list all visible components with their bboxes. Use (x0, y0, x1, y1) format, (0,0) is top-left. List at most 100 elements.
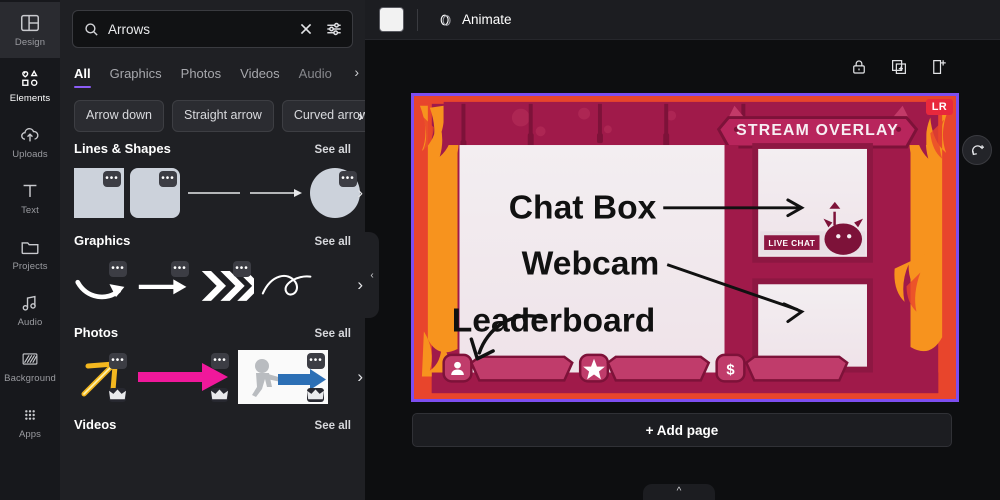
rail-label: Elements (9, 93, 51, 105)
tab-audio[interactable]: Audio (299, 66, 332, 88)
section-videos: Videos See all (60, 408, 365, 432)
live-chat-label: LIVE CHAT (768, 239, 815, 248)
tab-all[interactable]: All (74, 66, 91, 88)
rail-item-projects[interactable]: Projects (0, 226, 60, 282)
design-icon (19, 12, 41, 34)
upload-cloud-icon (19, 124, 41, 146)
tab-photos[interactable]: Photos (181, 66, 221, 88)
see-all-link[interactable]: See all (315, 236, 351, 248)
category-tabs: All Graphics Photos Videos Audio › (60, 48, 365, 88)
result-chevron-arrows[interactable]: ••• (198, 258, 254, 312)
result-plain-line[interactable] (186, 168, 242, 218)
row-next-chevron-right-icon[interactable]: › (357, 183, 363, 203)
more-options-icon[interactable]: ••• (103, 171, 121, 187)
editor-area: Animate STREAM OVERLAY LIVE CHAT $ Chat … (365, 0, 1000, 500)
rail-label: Design (14, 37, 46, 49)
rail-item-uploads[interactable]: Uploads (0, 114, 60, 170)
result-arrow-line[interactable] (248, 168, 304, 218)
more-options-icon[interactable]: ••• (211, 353, 229, 369)
more-options-icon[interactable]: ••• (233, 261, 251, 277)
rail-item-elements[interactable]: Elements (0, 58, 60, 114)
result-figure-arrow-photo[interactable]: ••• (238, 350, 328, 404)
rail-item-apps[interactable]: Apps (0, 394, 60, 450)
results-row: ••• ••• ••• › (74, 346, 365, 408)
tab-videos[interactable]: Videos (240, 66, 280, 88)
chips-next-chevron-right-icon[interactable]: › (358, 108, 363, 125)
row-next-chevron-right-icon[interactable]: › (357, 275, 363, 295)
rail-item-text[interactable]: Text (0, 170, 60, 226)
folder-icon (19, 236, 41, 258)
search-box[interactable] (72, 10, 353, 48)
tab-graphics[interactable]: Graphics (110, 66, 162, 88)
chip-arrow-down[interactable]: Arrow down (74, 100, 164, 132)
toolbar-divider (417, 8, 418, 31)
rail-label: Apps (18, 429, 42, 441)
result-straight-arrow[interactable]: ••• (136, 258, 192, 312)
add-page-button[interactable]: + Add page (412, 413, 952, 447)
rail-label: Projects (12, 261, 48, 273)
premium-crown-icon (211, 388, 228, 402)
bottom-panel-handle[interactable]: ^ (643, 484, 715, 500)
rail-item-audio[interactable]: Audio (0, 282, 60, 338)
more-options-icon[interactable]: ••• (109, 261, 127, 277)
result-loop-arrow[interactable] (260, 258, 316, 312)
banner-title: STREAM OVERLAY (736, 122, 899, 139)
more-options-icon[interactable]: ••• (109, 353, 127, 369)
more-options-icon[interactable]: ••• (307, 353, 325, 369)
animate-circles-icon (437, 11, 455, 29)
lock-icon[interactable] (850, 58, 868, 76)
result-rounded-square[interactable]: ••• (130, 168, 180, 218)
panel-collapse-handle[interactable]: ‹ (365, 232, 379, 318)
row-next-chevron-right-icon[interactable]: › (357, 367, 363, 387)
section-graphics: Graphics See all ••• ••• ••• › (60, 224, 365, 316)
left-nav-rail: Design Elements Uploads Text Projects Au… (0, 0, 60, 500)
duplicate-page-icon[interactable] (890, 58, 908, 76)
result-neon-arrow-photo[interactable]: ••• (74, 350, 130, 404)
grid-dots-icon (19, 404, 41, 426)
result-circle[interactable]: ••• (310, 168, 360, 218)
result-square[interactable]: ••• (74, 168, 124, 218)
section-header: Lines & Shapes See all (74, 141, 365, 156)
color-swatch-button[interactable] (379, 7, 404, 32)
more-options-icon[interactable]: ••• (171, 261, 189, 277)
see-all-link[interactable]: See all (315, 328, 351, 340)
chip-curved-arrow[interactable]: Curved arrow (281, 100, 365, 132)
rail-item-background[interactable]: Background (0, 338, 60, 394)
animate-button[interactable]: Animate (431, 7, 518, 33)
section-header: Photos See all (74, 325, 365, 340)
results-row: ••• ••• ••• › (74, 162, 365, 224)
results-row: ••• ••• ••• › (74, 254, 365, 316)
see-all-link[interactable]: See all (315, 144, 351, 156)
sliders-filter-icon[interactable] (324, 19, 344, 39)
close-x-icon[interactable] (296, 19, 316, 39)
svg-text:$: $ (726, 363, 734, 379)
more-options-icon[interactable]: ••• (159, 171, 177, 187)
more-options-icon[interactable]: ••• (339, 171, 357, 187)
elements-search-panel: All Graphics Photos Videos Audio › Arrow… (60, 0, 365, 500)
tabs-next-chevron-right-icon[interactable]: › (350, 64, 359, 80)
premium-crown-icon (109, 388, 126, 402)
stream-overlay-artwork: STREAM OVERLAY LIVE CHAT $ Chat Box Webc… (414, 96, 956, 399)
suggestion-chips: Arrow down Straight arrow Curved arrow › (60, 88, 365, 132)
hatch-pattern-icon (19, 348, 41, 370)
section-title: Graphics (74, 233, 131, 248)
design-canvas[interactable]: STREAM OVERLAY LIVE CHAT $ Chat Box Webc… (411, 93, 959, 402)
chevron-up-icon: ^ (676, 486, 682, 497)
search-input[interactable] (108, 21, 288, 37)
result-pink-arrow-photo[interactable]: ••• (136, 350, 232, 404)
chip-straight-arrow[interactable]: Straight arrow (172, 100, 274, 132)
result-curved-arrow[interactable]: ••• (74, 258, 130, 312)
search-area (60, 0, 365, 48)
section-lines-shapes: Lines & Shapes See all ••• ••• ••• › (60, 132, 365, 224)
section-title: Lines & Shapes (74, 141, 171, 156)
add-page-icon[interactable] (930, 58, 948, 76)
section-header: Videos See all (74, 417, 365, 432)
premium-crown-icon (307, 388, 324, 402)
rotate-add-button[interactable] (962, 135, 992, 165)
rail-item-design[interactable]: Design (0, 2, 60, 58)
see-all-link[interactable]: See all (315, 420, 351, 432)
magnifier-icon (83, 21, 100, 38)
chevron-left-icon: ‹ (370, 269, 374, 281)
section-header: Graphics See all (74, 233, 365, 248)
elements-icon (19, 68, 41, 90)
